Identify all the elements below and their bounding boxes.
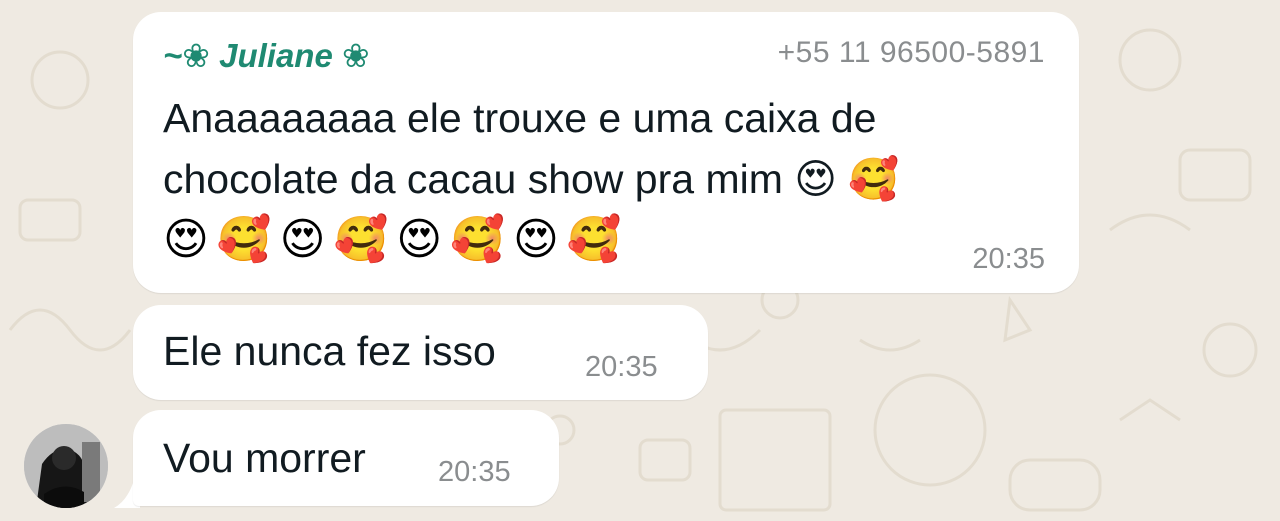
message-time: 20:35 xyxy=(972,243,1045,275)
message-text-line: chocolate da cacau show pra mim 😍 🥰 xyxy=(163,156,900,202)
contact-photo-icon xyxy=(24,424,108,508)
sender-phone[interactable]: +55 11 96500-5891 xyxy=(778,36,1045,70)
message-text: Vou morrer xyxy=(163,435,366,481)
message-text: Ele nunca fez isso xyxy=(163,328,496,374)
message-bubble[interactable]: Vou morrer 20:35 xyxy=(133,410,559,506)
emoji-line: 😍🥰😍🥰😍🥰😍🥰 xyxy=(163,214,630,265)
message-text-line: Anaaaaaaaa ele trouxe e uma caixa de xyxy=(163,95,877,141)
message-bubble[interactable]: ~❀ Juliane ❀ +55 11 96500-5891 Anaaaaaaa… xyxy=(133,12,1079,293)
sender-name[interactable]: ~❀ Juliane ❀ xyxy=(163,36,370,75)
message-text: Anaaaaaaaa ele trouxe e uma caixa de cho… xyxy=(163,88,899,210)
message-time: 20:35 xyxy=(585,351,658,383)
message-bubble[interactable]: Ele nunca fez isso 20:35 xyxy=(133,305,708,400)
message-time: 20:35 xyxy=(438,456,511,488)
contact-avatar[interactable] xyxy=(24,424,108,508)
